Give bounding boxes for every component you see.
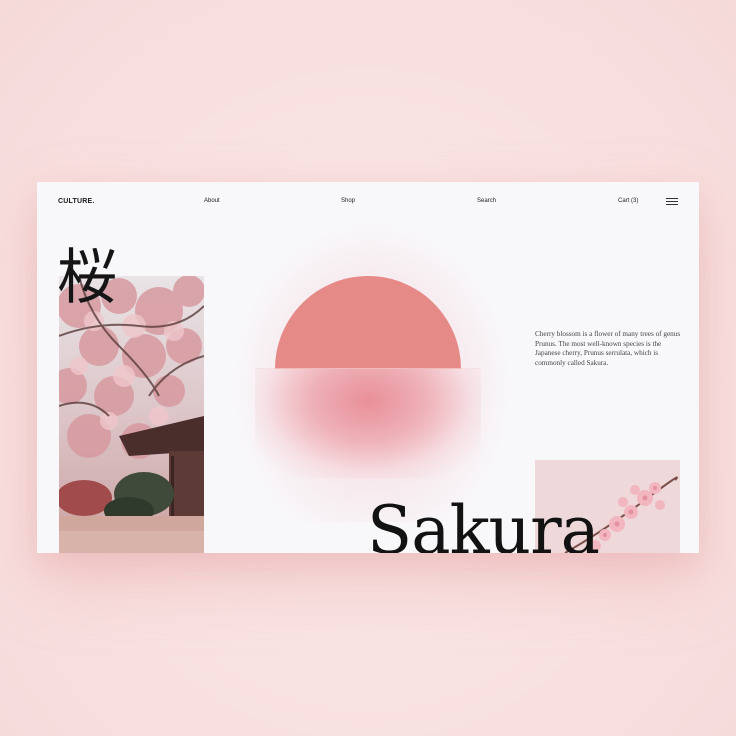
hero-card: CULTURE. About Shop Search Cart (3) 桜 Ch… bbox=[37, 182, 699, 553]
nav-link-search[interactable]: Search bbox=[477, 198, 496, 204]
hamburger-menu-icon[interactable] bbox=[666, 198, 678, 206]
nav-link-cart[interactable]: Cart (3) bbox=[618, 198, 638, 204]
nav-link-shop[interactable]: Shop bbox=[341, 198, 355, 204]
top-nav: CULTURE. About Shop Search Cart (3) bbox=[37, 182, 699, 222]
nav-link-about[interactable]: About bbox=[204, 198, 220, 204]
cherry-garden-photo bbox=[59, 276, 204, 553]
kanji-title: 桜 bbox=[57, 243, 117, 313]
description-text: Cherry blossom is a flower of many trees… bbox=[535, 330, 681, 367]
brand-logo[interactable]: CULTURE. bbox=[58, 198, 94, 205]
sun-reflection bbox=[255, 368, 481, 478]
hero-title: Sakura bbox=[367, 492, 600, 554]
horizon-line bbox=[255, 368, 481, 369]
